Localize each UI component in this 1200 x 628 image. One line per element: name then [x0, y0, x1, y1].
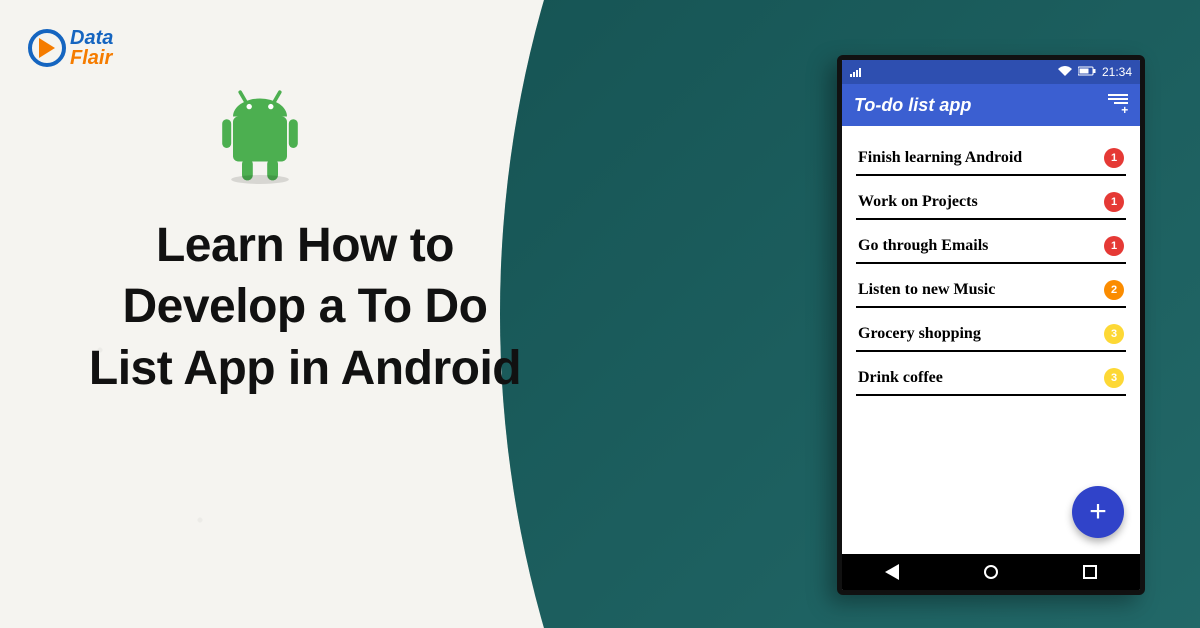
list-item-label: Listen to new Music: [858, 281, 995, 299]
list-item[interactable]: Finish learning Android 1: [856, 138, 1126, 176]
phone-mockup: 21:34 To-do list app + Finish learning A…: [837, 55, 1145, 595]
list-item[interactable]: Work on Projects 1: [856, 182, 1126, 220]
todo-list: Finish learning Android 1 Work on Projec…: [842, 126, 1140, 554]
android-nav-bar: [842, 554, 1140, 590]
priority-badge: 3: [1104, 324, 1124, 344]
page-title: Learn How to Develop a To Do List App in…: [85, 215, 525, 399]
priority-badge: 3: [1104, 368, 1124, 388]
app-bar-title: To-do list app: [854, 95, 971, 116]
nav-home-icon[interactable]: [984, 565, 998, 579]
status-bar: 21:34: [842, 60, 1140, 84]
list-item-label: Grocery shopping: [858, 325, 981, 343]
logo-text: Data Flair: [70, 28, 113, 68]
list-item-label: Drink coffee: [858, 369, 943, 387]
status-time: 21:34: [1102, 65, 1132, 79]
battery-icon: [1078, 65, 1096, 79]
filter-add-icon[interactable]: +: [1108, 94, 1128, 116]
nav-recent-icon[interactable]: [1083, 565, 1097, 579]
signal-icon: [850, 67, 861, 77]
android-icon: [215, 75, 305, 185]
wifi-icon: [1058, 65, 1072, 79]
logo-icon: [28, 29, 66, 67]
logo-text-line1: Data: [70, 28, 113, 48]
nav-back-icon[interactable]: [885, 564, 899, 580]
list-item-label: Finish learning Android: [858, 149, 1022, 167]
fab-add-button[interactable]: +: [1072, 486, 1124, 538]
list-item-label: Work on Projects: [858, 193, 978, 211]
logo: Data Flair: [28, 28, 113, 68]
priority-badge: 1: [1104, 192, 1124, 212]
logo-text-line2: Flair: [70, 48, 113, 68]
priority-badge: 1: [1104, 148, 1124, 168]
list-item[interactable]: Drink coffee 3: [856, 358, 1126, 396]
list-item[interactable]: Listen to new Music 2: [856, 270, 1126, 308]
list-item-label: Go through Emails: [858, 237, 988, 255]
list-item[interactable]: Go through Emails 1: [856, 226, 1126, 264]
priority-badge: 1: [1104, 236, 1124, 256]
list-item[interactable]: Grocery shopping 3: [856, 314, 1126, 352]
priority-badge: 2: [1104, 280, 1124, 300]
app-bar: To-do list app +: [842, 84, 1140, 126]
